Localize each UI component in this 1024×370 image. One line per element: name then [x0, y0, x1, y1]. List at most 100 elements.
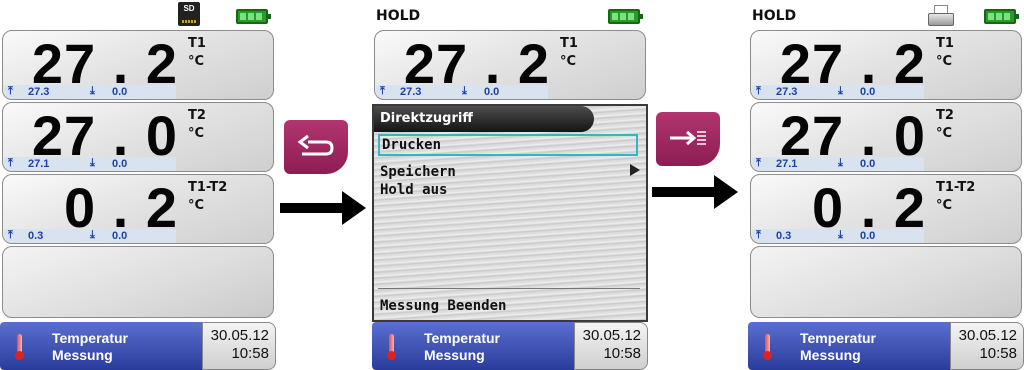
reading-panel-empty[interactable]	[2, 246, 274, 318]
min-value: 0.0	[484, 86, 500, 98]
mode-line2: Messung	[800, 347, 861, 363]
hold-label: HOLD	[752, 8, 797, 24]
mode-line1: Temperatur	[52, 330, 128, 346]
channel-name: T1-T2	[188, 180, 228, 195]
unit-label: °C	[560, 54, 577, 69]
menu-item-save[interactable]: Speichern	[380, 164, 456, 180]
time-label: 10:58	[603, 345, 641, 362]
minmax-bar: ⤒ 0.3 ⤓ 0.0	[752, 229, 924, 243]
min-value: 0.0	[112, 86, 128, 98]
time-label: 10:58	[231, 345, 269, 362]
footer-bar: Temperatur Messung 30.05.12 10:58	[748, 322, 1024, 370]
status-bar: SD	[0, 0, 276, 32]
triangle-right-icon	[630, 164, 640, 176]
arrow-down-min-icon: ⤓	[90, 85, 95, 97]
unit-label: °C	[188, 198, 205, 213]
arrow-up-max-icon: ⤒	[756, 229, 761, 241]
menu-item-hold-off[interactable]: Hold aus	[380, 182, 447, 198]
date-label: 30.05.12	[958, 327, 1017, 344]
channel-name: T1	[936, 36, 954, 51]
reading-value: 27 . 2	[31, 32, 178, 95]
thermometer-icon	[763, 334, 772, 360]
arrow-down-min-icon: ⤓	[462, 85, 467, 97]
status-bar: HOLD	[748, 0, 1024, 32]
reading-value: 27 . 2	[403, 32, 550, 95]
minmax-bar: ⤒ 27.3 ⤓ 0.0	[752, 85, 924, 99]
date-time: 30.05.12 10:58	[950, 322, 1024, 370]
print-key-button[interactable]	[656, 112, 720, 166]
printer-icon	[926, 5, 956, 27]
channel-name: T1	[188, 36, 206, 51]
arrow-down-min-icon: ⤓	[90, 229, 95, 241]
arrow-up-max-icon: ⤒	[8, 157, 13, 169]
channel-name: T2	[936, 108, 954, 123]
minmax-bar: ⤒ 27.1 ⤓ 0.0	[752, 157, 924, 171]
date-label: 30.05.12	[582, 327, 641, 344]
minmax-bar: ⤒ 27.3 ⤓ 0.0	[376, 85, 548, 99]
min-value: 0.0	[860, 158, 876, 170]
hold-label: HOLD	[376, 8, 421, 24]
min-value: 0.0	[860, 86, 876, 98]
channel-name: T2	[188, 108, 206, 123]
reading-panel-t1[interactable]: 27 . 2 T1 °C ⤒ 27.3 ⤓ 0.0	[374, 30, 646, 100]
reading-panel-diff[interactable]: 0 . 2 T1-T2 °C ⤒ 0.3 ⤓ 0.0	[750, 174, 1022, 244]
max-value: 27.3	[776, 86, 798, 98]
arrow-down-min-icon: ⤓	[838, 85, 843, 97]
date-label: 30.05.12	[210, 327, 269, 344]
mode-line2: Messung	[424, 347, 485, 363]
channel-name: T1-T2	[936, 180, 976, 195]
mode-line1: Temperatur	[424, 330, 500, 346]
sd-card-icon: SD	[178, 2, 200, 26]
date-time: 30.05.12 10:58	[574, 322, 648, 370]
menu-divider	[378, 288, 640, 289]
screen-live: SD 27 . 2 T1 °C ⤒ 27.3 ⤓ 0.0 27 . 0 T2 °…	[0, 0, 276, 370]
reading-value: 27 . 0	[779, 104, 926, 167]
menu-item-end-measurement[interactable]: Messung Beenden	[380, 298, 506, 314]
arrow-up-max-icon: ⤒	[756, 157, 761, 169]
min-value: 0.0	[860, 230, 876, 242]
reading-value: 27 . 0	[31, 104, 178, 167]
channel-name: T1	[560, 36, 578, 51]
minmax-bar: ⤒ 27.1 ⤓ 0.0	[4, 157, 176, 171]
screen-hold-printing: HOLD 27 . 2 T1 °C ⤒ 27.3 ⤓ 0.0 27 . 0 T2…	[748, 0, 1024, 370]
mode-indicator: Temperatur Messung	[748, 322, 950, 370]
reading-panel-t1[interactable]: 27 . 2 T1 °C ⤒ 27.3 ⤓ 0.0	[2, 30, 274, 100]
arrow-down-min-icon: ⤓	[838, 229, 843, 241]
mode-indicator: Temperatur Messung	[0, 322, 202, 370]
reading-panel-empty[interactable]	[750, 246, 1022, 318]
min-value: 0.0	[112, 230, 128, 242]
time-label: 10:58	[979, 345, 1017, 362]
reading-panel-t2[interactable]: 27 . 0 T2 °C ⤒ 27.1 ⤓ 0.0	[2, 102, 274, 172]
thermometer-icon	[15, 334, 24, 360]
right-arrow-icon	[652, 175, 738, 209]
reading-panel-diff[interactable]: 0 . 2 T1-T2 °C ⤒ 0.3 ⤓ 0.0	[2, 174, 274, 244]
mode-line2: Messung	[52, 347, 113, 363]
arrow-down-min-icon: ⤓	[90, 157, 95, 169]
max-value: 0.3	[776, 230, 792, 242]
minmax-bar: ⤒ 27.3 ⤓ 0.0	[4, 85, 176, 99]
direct-access-menu: Direktzugriff Drucken Speichern Hold aus…	[372, 104, 648, 322]
battery-full-icon	[236, 9, 271, 24]
arrow-up-max-icon: ⤒	[756, 85, 761, 97]
max-value: 0.3	[28, 230, 44, 242]
arrow-up-max-icon: ⤒	[8, 229, 13, 241]
thermometer-icon	[387, 334, 396, 360]
max-value: 27.3	[400, 86, 422, 98]
battery-full-icon	[984, 9, 1019, 24]
max-value: 27.1	[28, 158, 50, 170]
reading-value: 0 . 2	[64, 176, 178, 239]
status-bar: HOLD	[372, 0, 648, 32]
menu-item-print[interactable]: Drucken	[378, 134, 638, 156]
arrow-up-max-icon: ⤒	[380, 85, 385, 97]
return-arrow-icon	[297, 134, 334, 156]
right-arrow-icon	[280, 191, 366, 225]
screen-hold-menu: HOLD 27 . 2 T1 °C ⤒ 27.3 ⤓ 0.0 Direktzug…	[372, 0, 648, 370]
menu-header: Direktzugriff	[374, 106, 594, 132]
reading-panel-t1[interactable]: 27 . 2 T1 °C ⤒ 27.3 ⤓ 0.0	[750, 30, 1022, 100]
unit-label: °C	[188, 126, 205, 141]
reading-panel-t2[interactable]: 27 . 0 T2 °C ⤒ 27.1 ⤓ 0.0	[750, 102, 1022, 172]
back-key-button[interactable]	[284, 120, 348, 174]
arrow-to-list-icon	[670, 130, 706, 146]
max-value: 27.1	[776, 158, 798, 170]
unit-label: °C	[936, 198, 953, 213]
